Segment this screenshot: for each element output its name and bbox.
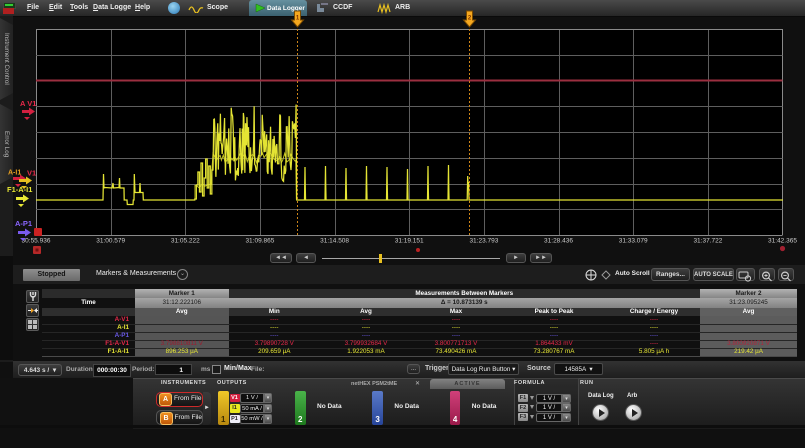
svg-text:31:33.079: 31:33.079	[619, 238, 648, 245]
svg-text:A V1: A V1	[20, 99, 36, 108]
svg-text:31:19.151: 31:19.151	[395, 238, 424, 245]
svg-text:31:42.365: 31:42.365	[768, 238, 797, 245]
svg-text:31:09.865: 31:09.865	[245, 238, 274, 245]
svg-text:F1-A-I1: F1-A-I1	[7, 185, 32, 194]
svg-text:31:05.222: 31:05.222	[171, 238, 200, 245]
svg-text:31:37.722: 31:37.722	[693, 238, 722, 245]
svg-text:31:28.436: 31:28.436	[544, 238, 573, 245]
svg-text:V1: V1	[27, 169, 36, 178]
svg-text:31:00.579: 31:00.579	[96, 238, 125, 245]
svg-text:31:14.508: 31:14.508	[320, 238, 349, 245]
svg-text:30:55.936: 30:55.936	[22, 238, 51, 245]
svg-text:A-P1: A-P1	[15, 219, 32, 228]
svg-text:31:23.793: 31:23.793	[469, 238, 498, 245]
svg-text:A-I1: A-I1	[8, 170, 21, 177]
